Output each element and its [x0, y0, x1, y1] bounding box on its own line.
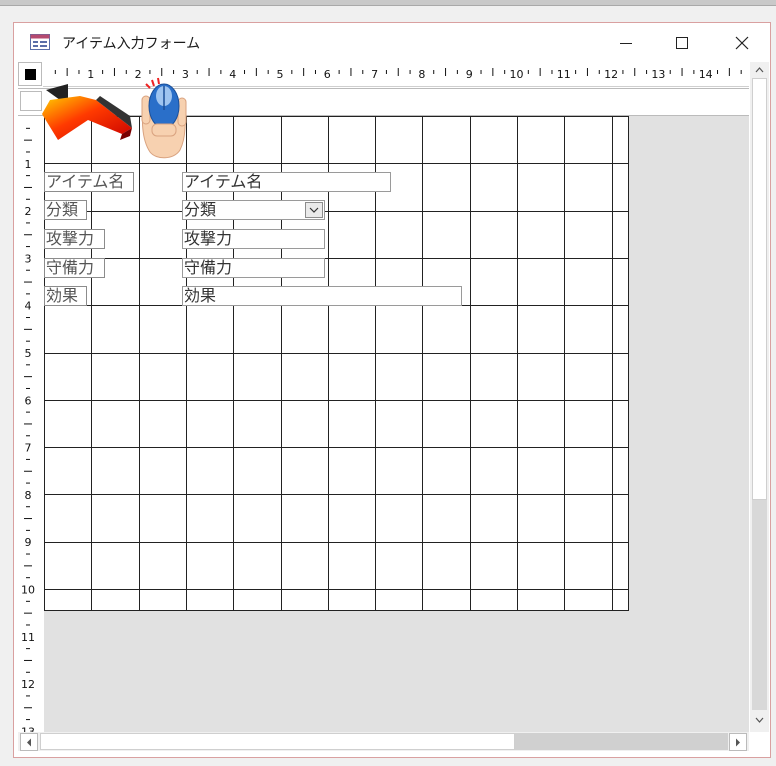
category-combobox[interactable]: 分類 — [182, 200, 325, 220]
ruler-number: 12 — [21, 678, 35, 691]
ruler-number: 7 — [371, 68, 378, 81]
ruler-number: 9 — [466, 68, 473, 81]
scroll-left-button[interactable] — [20, 733, 38, 751]
form-icon — [30, 34, 50, 50]
vertical-ruler[interactable]: 12345678910111213 — [18, 116, 45, 732]
item-name-textbox[interactable]: アイテム名 — [182, 172, 391, 192]
ruler-number: 11 — [21, 631, 35, 644]
scroll-down-arrow-icon — [755, 717, 764, 723]
ruler-number: 12 — [604, 68, 618, 81]
ruler-number: 14 — [699, 68, 713, 81]
scroll-down-button[interactable] — [750, 710, 769, 730]
ruler-number: 4 — [25, 300, 32, 313]
hand-mouse-click-icon — [141, 77, 187, 159]
ruler-number: 10 — [510, 68, 524, 81]
ruler-number: 5 — [277, 68, 284, 81]
attack-textbox[interactable]: 攻撃力 — [182, 229, 325, 249]
horizontal-scroll-thumb[interactable] — [40, 733, 515, 750]
title-bar[interactable]: アイテム入力フォーム — [14, 23, 770, 63]
ruler-number: 1 — [25, 158, 32, 171]
ruler-number: 9 — [25, 536, 32, 549]
chevron-down-icon — [309, 207, 319, 213]
top-border — [0, 0, 776, 6]
combo-dropdown-button[interactable] — [305, 202, 323, 218]
ruler-number: 11 — [557, 68, 571, 81]
ruler-number: 8 — [418, 68, 425, 81]
label-category[interactable]: 分類 — [44, 200, 87, 220]
ruler-number: 7 — [25, 442, 32, 455]
ruler-number: 5 — [25, 347, 32, 360]
label-defense[interactable]: 守備力 — [44, 258, 105, 278]
label-effect[interactable]: 効果 — [44, 286, 87, 306]
ruler-number: 3 — [25, 252, 32, 265]
label-item-name[interactable]: アイテム名 — [44, 172, 134, 192]
maximize-icon — [676, 37, 688, 49]
ruler-number: 6 — [324, 68, 331, 81]
ruler-number: 4 — [229, 68, 236, 81]
minimize-icon — [620, 43, 632, 44]
vertical-scrollbar[interactable] — [750, 62, 769, 732]
section-selector[interactable] — [20, 91, 42, 111]
form-selector[interactable] — [18, 62, 42, 86]
horizontal-scrollbar[interactable] — [18, 732, 749, 751]
window-title: アイテム入力フォーム — [62, 36, 201, 52]
scroll-right-arrow-icon — [736, 738, 740, 746]
ruler-number: 13 — [651, 68, 665, 81]
ruler-number: 8 — [25, 489, 32, 502]
ruler-number: 10 — [21, 584, 35, 597]
close-button[interactable] — [714, 23, 770, 63]
red-arrow-icon — [42, 84, 132, 140]
vertical-scroll-thumb[interactable] — [752, 78, 767, 500]
maximize-button[interactable] — [654, 23, 710, 63]
label-attack[interactable]: 攻撃力 — [44, 229, 105, 249]
scroll-left-arrow-icon — [27, 738, 31, 746]
scroll-up-button[interactable] — [750, 62, 769, 78]
minimize-button[interactable] — [598, 23, 654, 63]
scroll-right-button[interactable] — [729, 733, 747, 751]
ruler-number: 6 — [25, 394, 32, 407]
ruler-number: 2 — [25, 205, 32, 218]
horizontal-scroll-track[interactable] — [515, 733, 728, 750]
scroll-up-arrow-icon — [755, 67, 764, 73]
ruler-number: 1 — [87, 68, 94, 81]
ruler-number: 13 — [21, 725, 35, 732]
defense-textbox[interactable]: 守備力 — [182, 258, 325, 278]
category-value: 分類 — [184, 200, 217, 219]
effect-textbox[interactable]: 効果 — [182, 286, 462, 306]
vertical-scroll-track[interactable] — [752, 500, 767, 710]
close-icon — [735, 36, 749, 50]
